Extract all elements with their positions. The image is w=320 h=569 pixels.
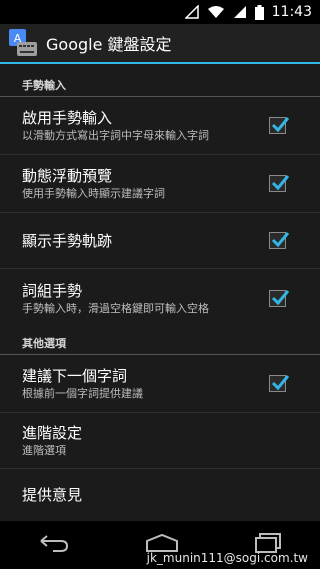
back-icon[interactable] (37, 533, 71, 557)
pref-floating-preview[interactable]: 動態浮動預覽 使用手勢輸入時顯示建議字詞 (0, 155, 320, 213)
pref-title: 進階設定 (22, 423, 83, 442)
checkmark-icon (271, 290, 290, 306)
pref-enable-gesture[interactable]: 啟用手勢輸入 以滑動方式寫出字詞中字母來輸入字詞 (0, 97, 320, 155)
status-time: 11:43 (271, 4, 312, 20)
pref-summary: 手勢輸入時，滑過空格鍵即可輸入空格 (22, 302, 209, 315)
pref-send-feedback[interactable]: 提供意見 (0, 469, 320, 521)
pref-title: 建議下一個字詞 (22, 366, 128, 385)
pref-title: 啟用手勢輸入 (22, 108, 113, 127)
checkbox[interactable] (269, 116, 290, 134)
checkbox[interactable] (269, 290, 290, 307)
pref-summary: 進階選項 (22, 443, 66, 457)
pref-title: 動態浮動預覽 (22, 166, 113, 185)
wifi-icon (207, 5, 225, 19)
pref-summary: 使用手勢輸入時顯示建議字詞 (22, 186, 165, 200)
pref-summary: 以滑動方式寫出字詞中字母來輸入字詞 (22, 128, 209, 142)
watermark-text: jk_munin111@sogi.com.tw (146, 551, 308, 565)
pref-advanced-settings[interactable]: 進階設定 進階選項 (0, 413, 320, 469)
pref-title: 提供意見 (22, 486, 83, 504)
pref-next-word-suggestion[interactable]: 建議下一個字詞 根據前一個字詞提供建議 (0, 355, 320, 413)
section-header-other: 其他選項 (0, 331, 320, 355)
pref-gesture-trail[interactable]: 顯示手勢軌跡 (0, 213, 320, 269)
pref-summary: 根據前一個字詞提供建議 (22, 386, 143, 400)
pref-phrase-gesture[interactable]: 詞組手勢 手勢輸入時，滑過空格鍵即可輸入空格 (0, 269, 320, 329)
checkbox[interactable] (269, 374, 290, 392)
page-title: Google 鍵盤設定 (46, 35, 172, 54)
signal-icon (184, 5, 199, 19)
pref-title: 顯示手勢軌跡 (22, 231, 113, 250)
action-bar: A Google 鍵盤設定 (0, 24, 320, 64)
checkbox[interactable] (269, 174, 290, 192)
checkmark-icon (271, 174, 290, 190)
checkmark-icon (271, 116, 290, 132)
checkbox[interactable] (269, 231, 290, 249)
battery-icon (254, 4, 264, 20)
section-header-gesture: 手勢輸入 (0, 73, 320, 97)
checkmark-icon (271, 374, 290, 390)
keyboard-app-icon[interactable]: A (8, 28, 38, 58)
signal-bars-icon (233, 5, 247, 19)
status-bar: 11:43 (0, 0, 320, 24)
pref-title: 詞組手勢 (22, 282, 83, 300)
checkmark-icon (271, 231, 290, 247)
